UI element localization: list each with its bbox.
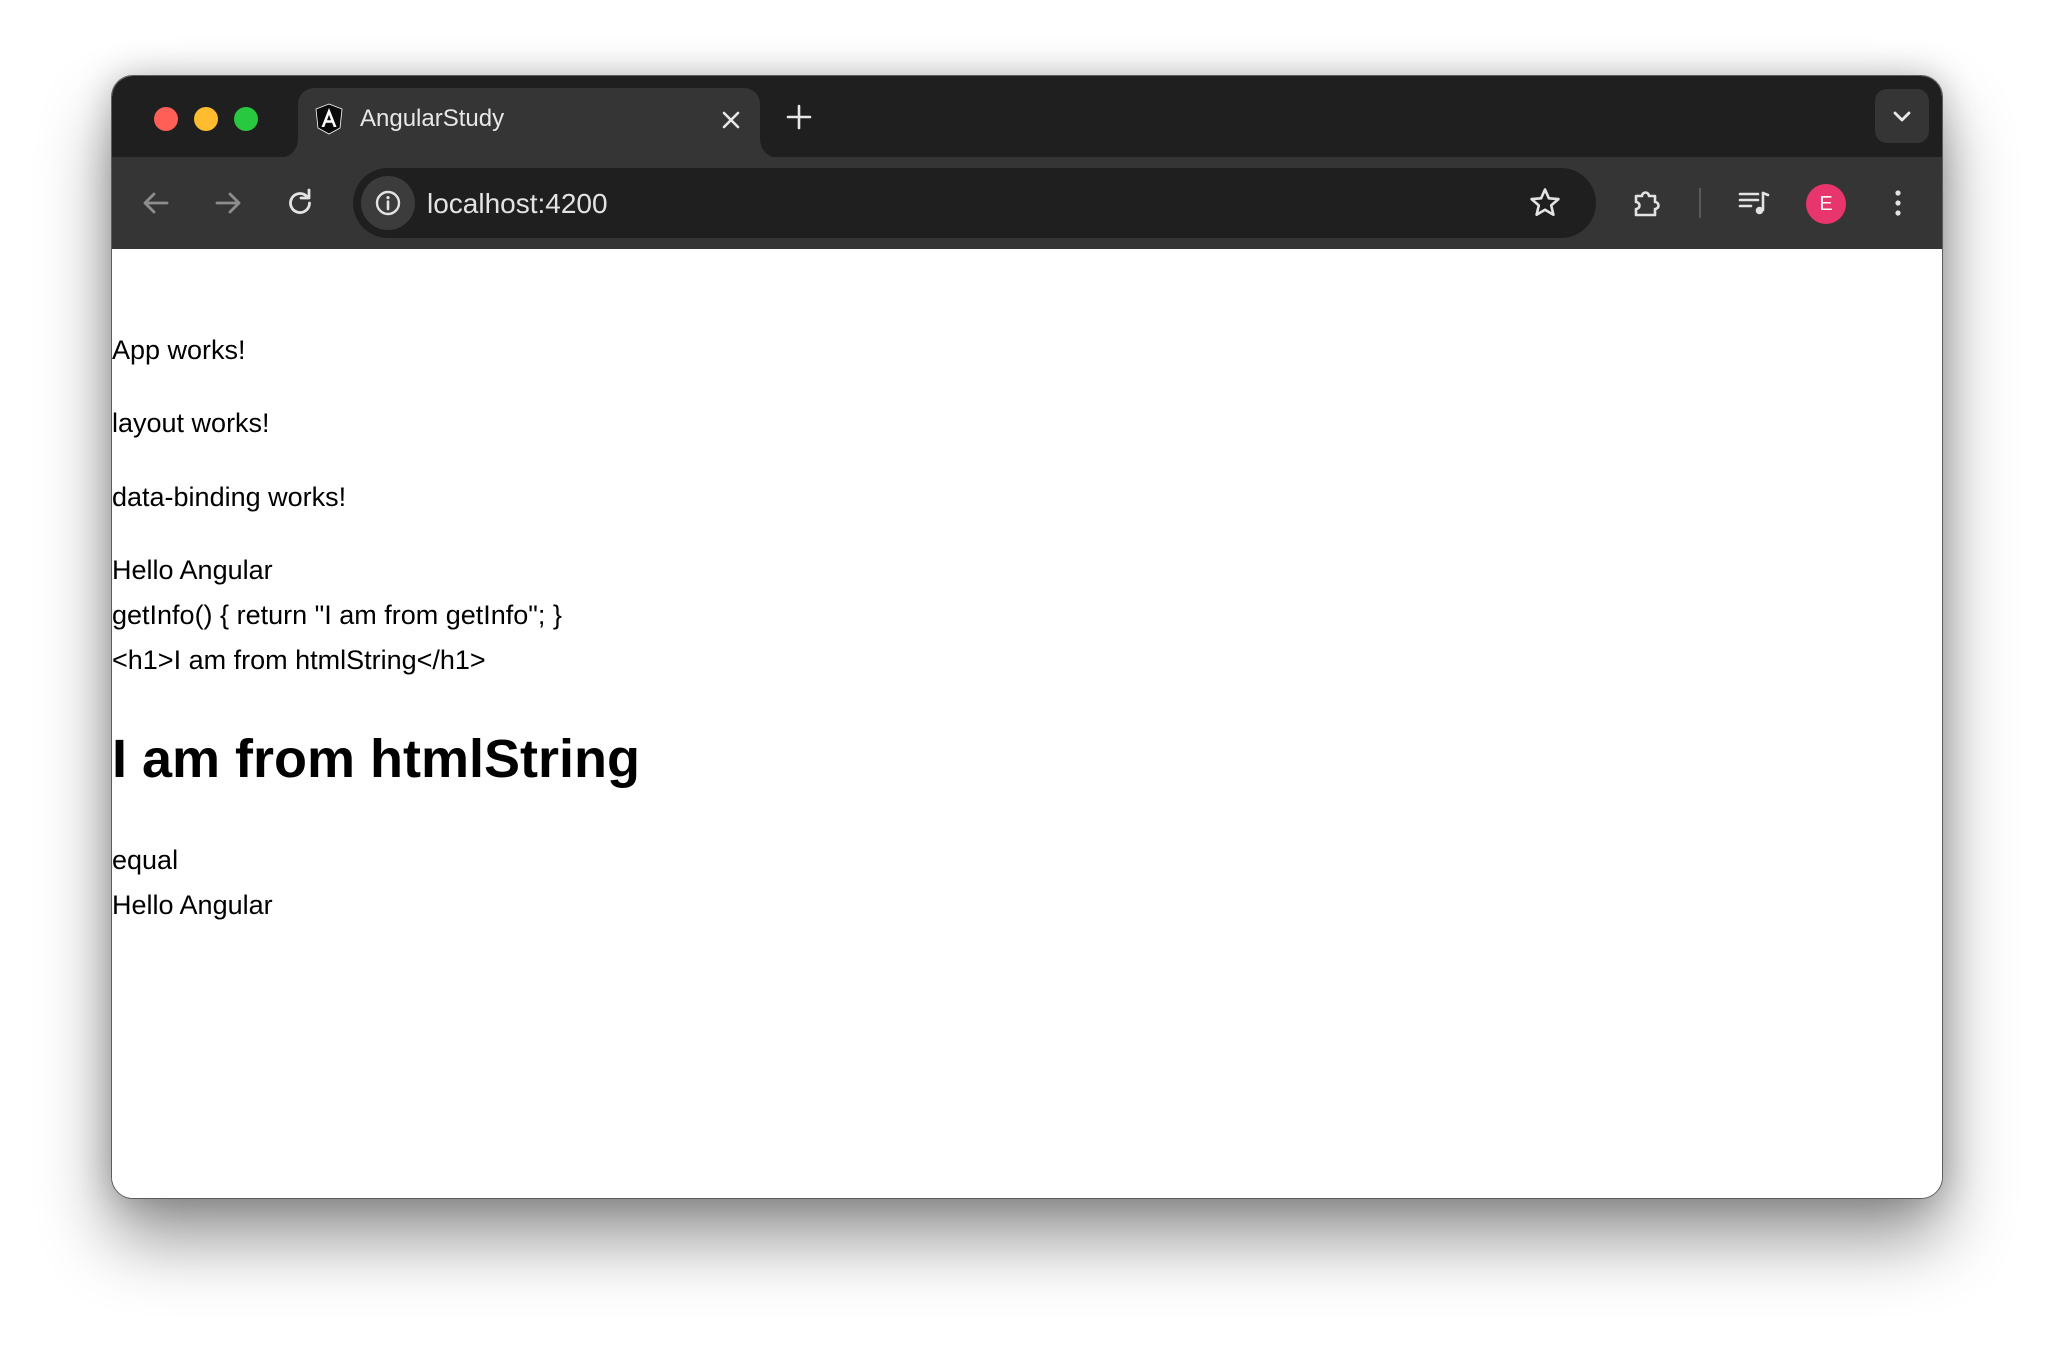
active-tab[interactable]: AngularStudy	[280, 88, 778, 158]
raw-html-string-text: <h1>I am from htmlString</h1>	[112, 645, 486, 675]
greeting-text: Hello Angular	[112, 555, 273, 585]
data-binding-status-text: data-binding works!	[112, 482, 347, 512]
page-content: App works! layout works! data-binding wo…	[112, 249, 1942, 1198]
rendered-html-heading: I am from htmlString	[112, 729, 641, 789]
toolbar-divider	[1699, 188, 1701, 218]
tab-strip: AngularStudy	[112, 76, 1942, 158]
media-controls-icon[interactable]	[1736, 185, 1772, 221]
browser-window: AngularStudy localhost:4200 E App works!…	[111, 75, 1943, 1199]
close-tab-icon[interactable]	[720, 109, 742, 131]
profile-avatar[interactable]: E	[1806, 184, 1846, 224]
greeting-repeat-text: Hello Angular	[112, 890, 273, 920]
tab-title: AngularStudy	[360, 105, 505, 132]
window-maximize-button[interactable]	[234, 107, 258, 131]
forward-arrow-icon[interactable]	[210, 185, 246, 221]
new-tab-icon[interactable]	[785, 103, 813, 131]
window-close-button[interactable]	[154, 107, 178, 131]
chevron-down-icon	[1893, 111, 1911, 122]
url-input[interactable]	[427, 188, 1127, 220]
back-arrow-icon[interactable]	[138, 185, 174, 221]
site-info-button[interactable]	[361, 176, 415, 230]
reload-icon[interactable]	[282, 185, 318, 221]
extensions-puzzle-icon[interactable]	[1629, 185, 1665, 221]
info-icon	[375, 190, 401, 216]
angular-logo-icon	[315, 103, 343, 135]
window-minimize-button[interactable]	[194, 107, 218, 131]
more-menu-icon[interactable]	[1880, 185, 1916, 221]
address-bar[interactable]	[353, 168, 1596, 238]
app-status-text: App works!	[112, 335, 246, 365]
tab-search-button[interactable]	[1875, 89, 1929, 143]
browser-toolbar: E	[112, 157, 1942, 249]
layout-status-text: layout works!	[112, 408, 270, 438]
function-source-text: getInfo() { return "I am from getInfo"; …	[112, 600, 562, 630]
comparison-result-text: equal	[112, 845, 179, 875]
bookmark-star-icon[interactable]	[1528, 186, 1562, 220]
